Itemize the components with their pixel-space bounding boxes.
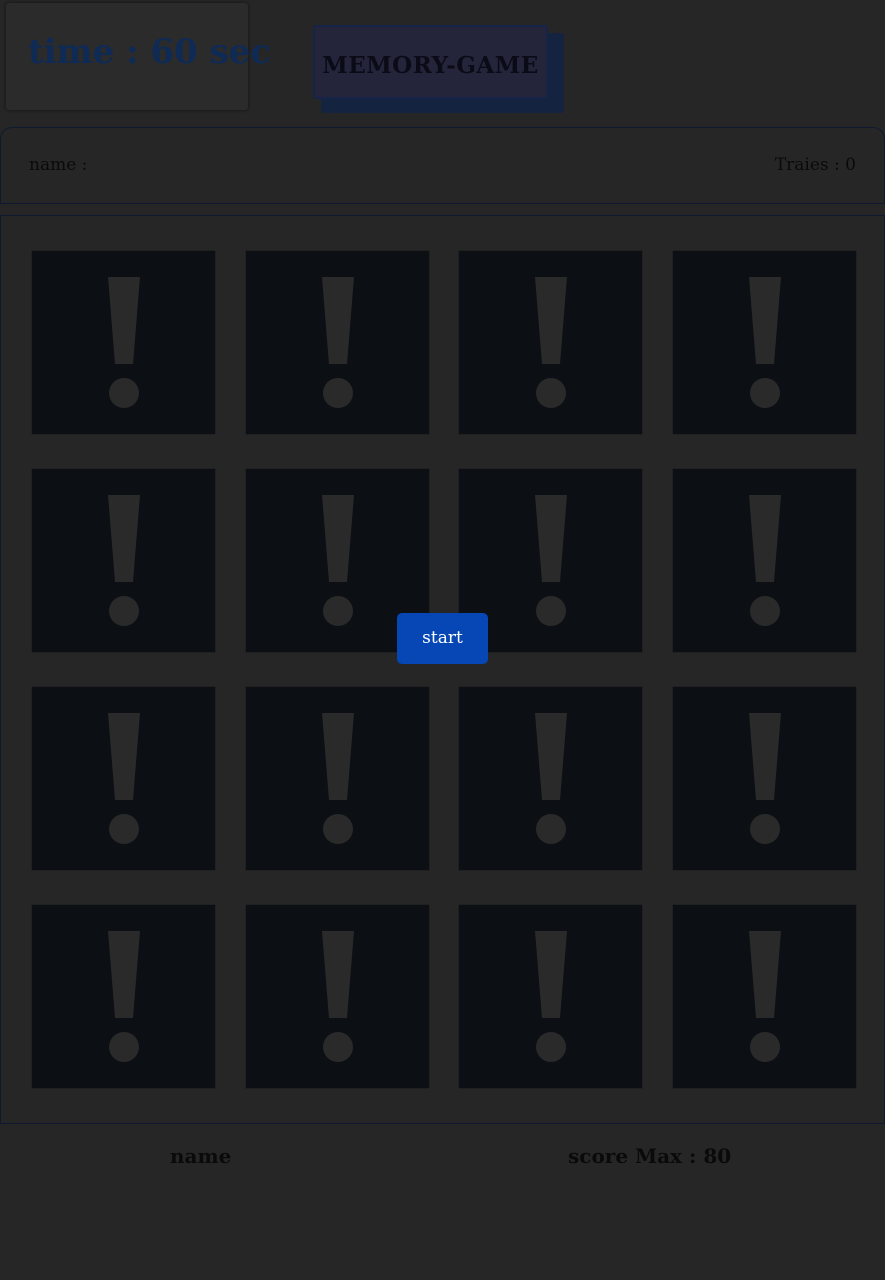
title-panel: MEMORY-GAME: [313, 25, 548, 99]
exclamation-icon: [108, 277, 140, 408]
exclamation-icon: [322, 931, 354, 1062]
timer-text: time : 60 sec: [28, 32, 272, 72]
memory-card[interactable]: [246, 687, 429, 870]
memory-card[interactable]: [459, 905, 642, 1088]
exclamation-icon: [108, 495, 140, 626]
memory-card[interactable]: [673, 905, 856, 1088]
exclamation-icon: [749, 713, 781, 844]
exclamation-icon: [322, 713, 354, 844]
memory-card[interactable]: [673, 251, 856, 434]
memory-card[interactable]: [459, 251, 642, 434]
player-name-label: name :: [29, 155, 88, 175]
start-button[interactable]: start: [397, 613, 488, 664]
max-score-label: score Max : 80: [568, 1144, 732, 1168]
memory-card[interactable]: [32, 905, 215, 1088]
exclamation-icon: [749, 495, 781, 626]
memory-card[interactable]: [673, 687, 856, 870]
memory-card[interactable]: [459, 687, 642, 870]
exclamation-icon: [322, 277, 354, 408]
exclamation-icon: [749, 931, 781, 1062]
exclamation-icon: [108, 713, 140, 844]
footer-name-label: name: [170, 1144, 232, 1168]
page-title: MEMORY-GAME: [322, 52, 539, 79]
game-board: [0, 215, 885, 1124]
memory-card[interactable]: [32, 469, 215, 652]
player-info-bar: name : Traies : 0: [0, 127, 885, 204]
exclamation-icon: [535, 713, 567, 844]
memory-card[interactable]: [673, 469, 856, 652]
memory-card[interactable]: [32, 251, 215, 434]
timer-panel: time : 60 sec: [6, 3, 271, 110]
exclamation-icon: [535, 931, 567, 1062]
tries-counter: Traies : 0: [774, 155, 856, 175]
memory-card[interactable]: [32, 687, 215, 870]
exclamation-icon: [749, 277, 781, 408]
exclamation-icon: [535, 277, 567, 408]
memory-card[interactable]: [246, 905, 429, 1088]
memory-card[interactable]: [246, 251, 429, 434]
exclamation-icon: [108, 931, 140, 1062]
